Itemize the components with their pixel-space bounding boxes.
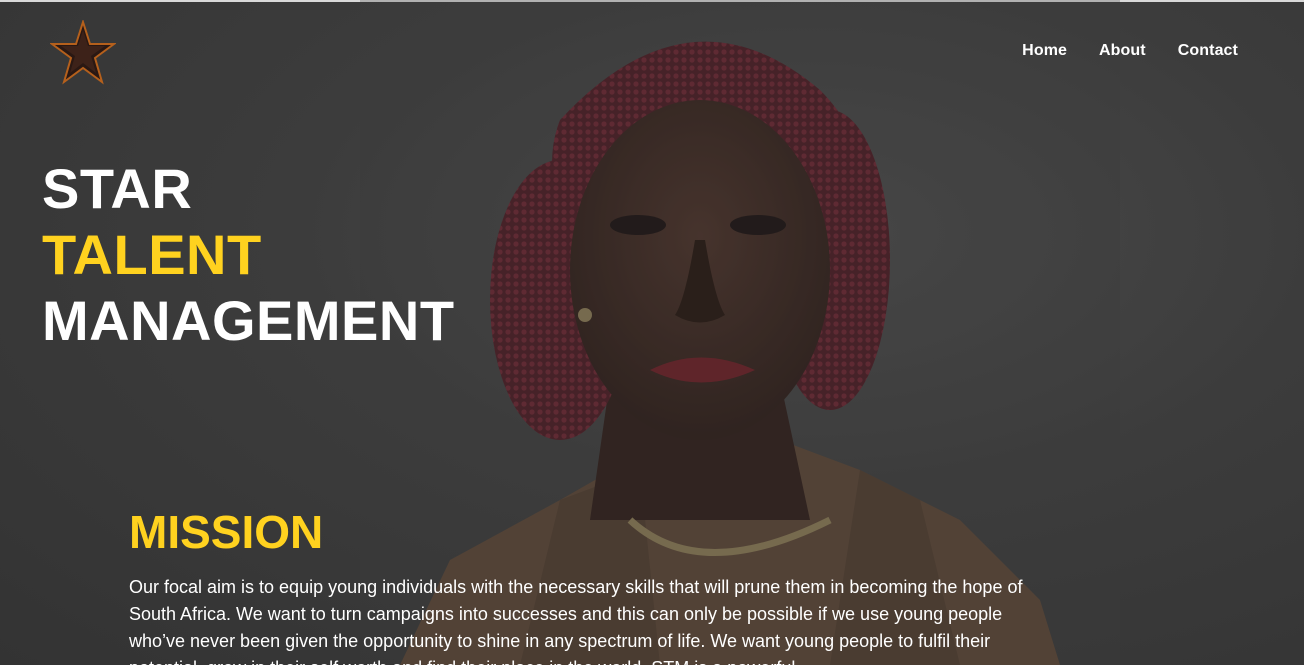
mission-text: Our focal aim is to equip young individu… (129, 577, 1023, 665)
nav-about[interactable]: About (1099, 42, 1146, 60)
main-nav: Home About Contact (1022, 42, 1238, 60)
star-logo-icon (48, 18, 118, 85)
hero-headline: STAR TALENT MANAGEMENT (42, 156, 455, 354)
headline-star: STAR (42, 157, 193, 220)
nav-contact[interactable]: Contact (1178, 42, 1238, 60)
mission-section: MISSION Our focal aim is to equip young … (129, 504, 1029, 665)
nav-home[interactable]: Home (1022, 42, 1067, 60)
logo[interactable] (48, 18, 118, 86)
hero-section: Home About Contact STAR TALENT MANAGEMEN… (0, 0, 1304, 665)
mission-title: MISSION (129, 506, 324, 558)
headline-management: MANAGEMENT (42, 289, 455, 352)
headline-talent: TALENT (42, 223, 262, 286)
